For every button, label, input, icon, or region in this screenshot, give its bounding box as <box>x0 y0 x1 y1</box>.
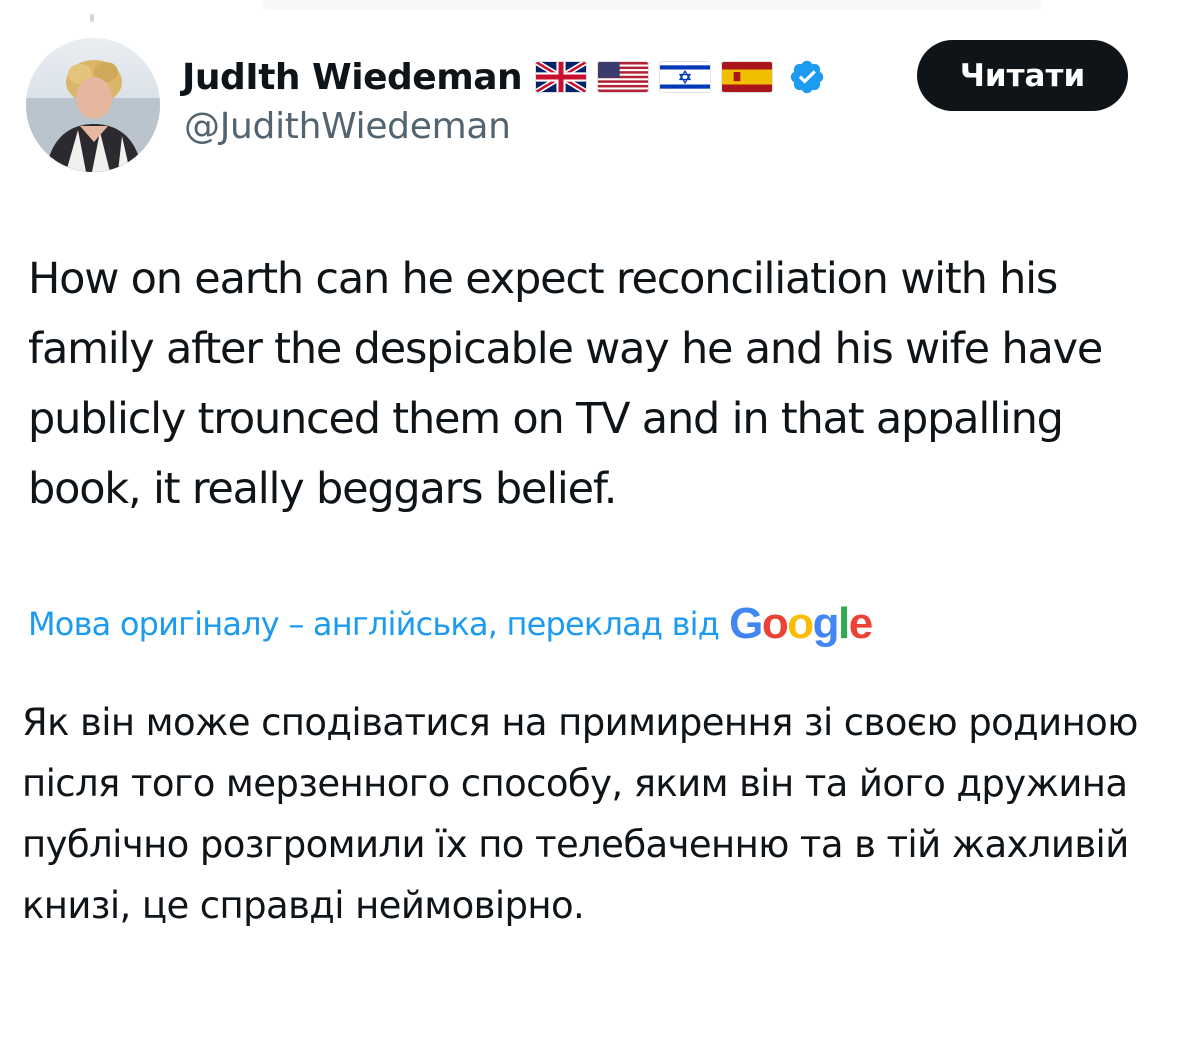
flags <box>536 62 773 92</box>
translated-text: Як він може сподіватися на примирення зі… <box>22 701 1138 927</box>
translation-note[interactable]: Мова оригіналу – англійська, переклад ві… <box>28 596 873 652</box>
display-name[interactable]: JudIth Wiedeman <box>182 57 523 98</box>
avatar[interactable] <box>26 38 160 172</box>
flag-usa-icon <box>598 62 649 92</box>
google-logo: Google <box>729 599 873 648</box>
top-edge-dot <box>90 14 94 22</box>
top-edge-bar <box>262 0 1042 10</box>
flag-israel-icon <box>660 62 711 92</box>
verified-badge-icon <box>790 60 824 94</box>
translation-note-label[interactable]: Мова оригіналу – англійська, переклад ві… <box>28 605 720 643</box>
follow-button[interactable]: Читати <box>917 40 1128 111</box>
avatar-photo <box>26 38 160 172</box>
display-name-row: JudIth Wiedeman <box>182 52 826 102</box>
tweet-text: How on earth can he expect reconciliatio… <box>28 254 1103 514</box>
user-handle[interactable]: @JudithWiedeman <box>184 106 511 147</box>
flag-uk-icon <box>536 62 587 92</box>
flag-spain-icon <box>722 62 773 92</box>
